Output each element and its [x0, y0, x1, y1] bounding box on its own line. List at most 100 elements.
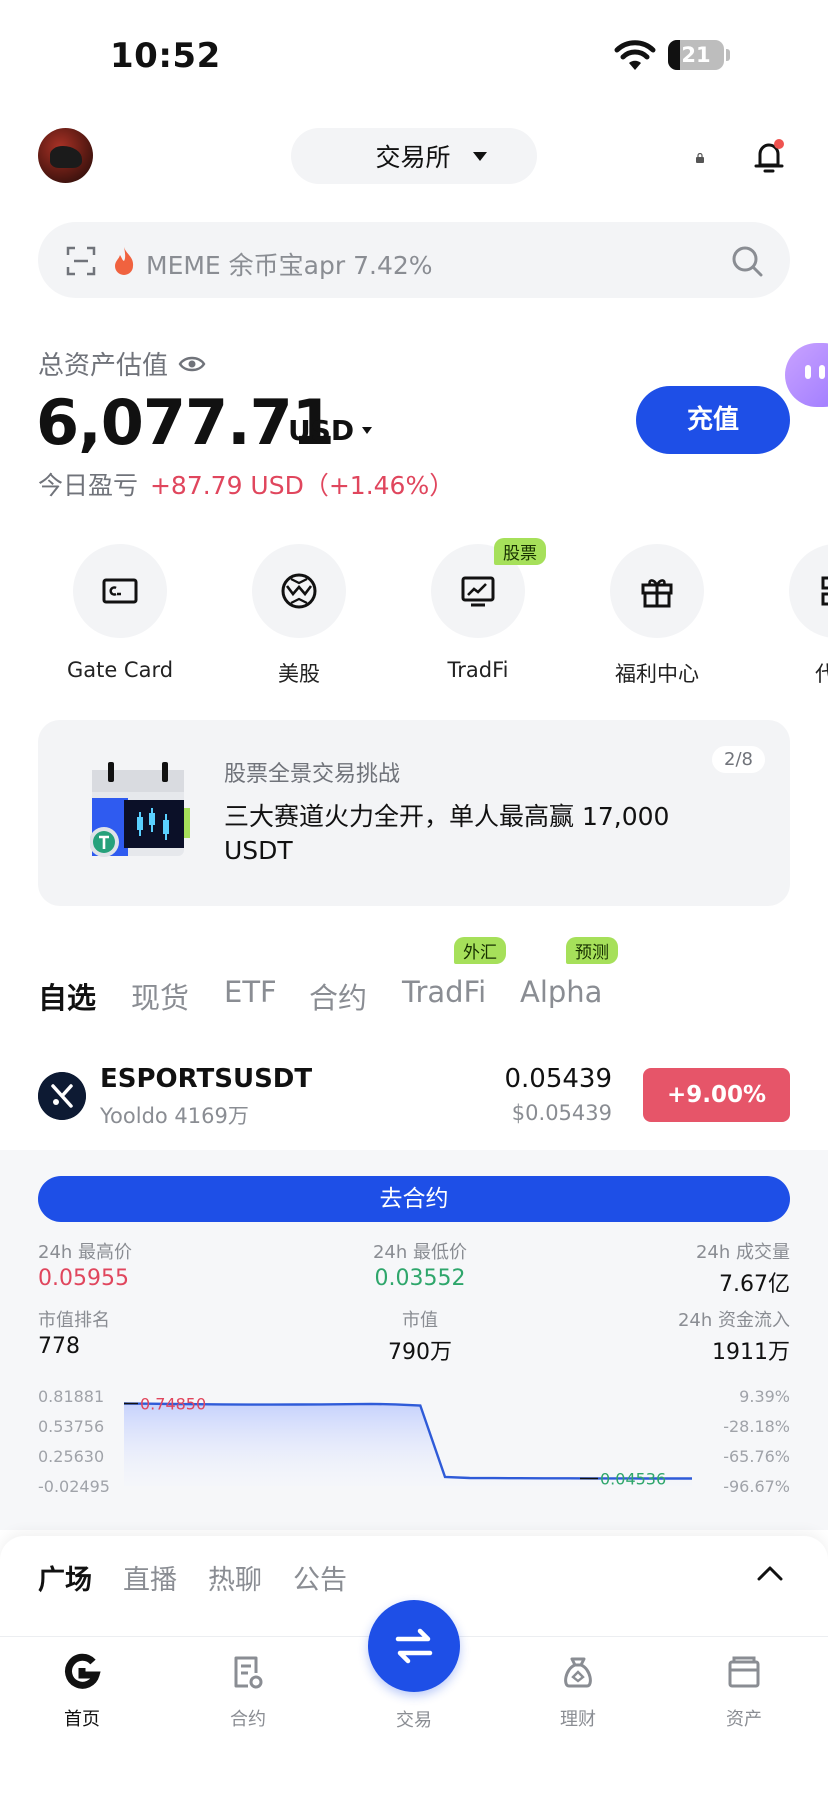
- stat-label: 24h 最高价: [38, 1242, 133, 1263]
- nav-home[interactable]: 首页: [22, 1653, 142, 1731]
- pnl-label: 今日盈亏: [38, 471, 139, 500]
- chevron-down-icon: [472, 151, 487, 161]
- nav-trade-label: 交易: [396, 1710, 432, 1731]
- chart-y-tick-right: -28.18%: [723, 1417, 790, 1436]
- chart-high-label: 0.74850: [140, 1394, 206, 1413]
- quick-entry-rewards[interactable]: 福利中心: [577, 544, 737, 688]
- wifi-icon: [614, 40, 656, 70]
- battery-indicator: 21: [668, 40, 724, 70]
- stat-label: 24h 成交量: [695, 1242, 790, 1263]
- tab-etf[interactable]: ETF: [224, 975, 277, 1009]
- tab-alpha-label: Alpha: [520, 975, 603, 1009]
- price-chart[interactable]: 0.81881 0.53756 0.25630 -0.02495 9.39% -28.18…: [0, 1386, 828, 1506]
- search-bar[interactable]: MEME 余币宝apr 7.42%: [38, 222, 790, 298]
- nav-earn[interactable]: 理财: [518, 1653, 638, 1731]
- fire-icon: [115, 247, 134, 275]
- quick-entry-label: 美股: [278, 662, 320, 686]
- go-contract-button[interactable]: 去合约: [38, 1176, 790, 1222]
- quick-entry-tokens[interactable]: 代币: [756, 544, 828, 688]
- coin-symbol[interactable]: ESPORTSUSDT: [100, 1064, 312, 1094]
- currency-selector[interactable]: USD: [288, 414, 373, 447]
- banner-title: 三大赛道火力全开，单人最高赢 17,000 USDT: [224, 802, 670, 865]
- tab-badge: 预测: [566, 937, 618, 964]
- coin-detail-panel: 去合约 24h 最高价 0.05955 24h 最低价 0.03552 24h …: [0, 1150, 828, 1530]
- deposit-button[interactable]: 充值: [636, 386, 790, 454]
- feed-tab-square[interactable]: 广场: [38, 1558, 92, 1597]
- chart-y-tick-right: -96.67%: [723, 1477, 790, 1496]
- stat-value: 0.05955: [38, 1266, 129, 1291]
- change-badge[interactable]: +9.00%: [643, 1068, 790, 1122]
- chart-y-tick-left: -0.02495: [38, 1477, 110, 1496]
- quick-entry-label: TradFi: [447, 658, 509, 682]
- quick-entry-us-stocks[interactable]: 美股: [219, 544, 379, 688]
- stat-24h-volume: 24h 成交量 7.67亿: [696, 1238, 790, 1298]
- promo-banner[interactable]: 股票全景交易挑战 三大赛道火力全开，单人最高赢 17,000 USDT 2/8: [38, 720, 790, 906]
- grid-icon: [821, 576, 828, 606]
- nav-label: 理财: [560, 1709, 596, 1730]
- chart-low-label: 0.04536: [600, 1470, 666, 1489]
- quick-entry-label: Gate Card: [66, 658, 174, 682]
- chevron-up-icon[interactable]: [756, 1564, 784, 1582]
- bell-icon[interactable]: [752, 138, 786, 176]
- contract-doc-icon: [234, 1656, 263, 1689]
- chart-y-tick-right: 9.39%: [739, 1387, 790, 1406]
- stat-value: 0.03552: [374, 1266, 466, 1291]
- coin-logo-icon: [38, 1072, 86, 1120]
- coin-price: 0.05439: [504, 1064, 612, 1094]
- wallet-icon: [728, 1656, 760, 1688]
- stat-value: 1911万: [712, 1340, 790, 1365]
- nav-label: 首页: [64, 1709, 100, 1730]
- stat-market-cap-rank: 市值排名 778: [38, 1306, 110, 1359]
- quick-entry-badge: 股票: [494, 538, 546, 565]
- tab-favorites[interactable]: 自选: [38, 975, 96, 1017]
- assistant-bubble-icon[interactable]: [785, 343, 828, 407]
- trade-button[interactable]: [368, 1600, 460, 1692]
- stat-24h-low: 24h 最低价 0.03552: [320, 1238, 520, 1291]
- nav-label: 合约: [230, 1709, 266, 1730]
- tab-contracts[interactable]: 合约: [309, 975, 367, 1017]
- chart-y-tick-left: 0.53756: [38, 1417, 104, 1436]
- banner-subtitle: 股票全景交易挑战: [224, 762, 401, 787]
- stat-24h-inflow: 24h 资金流入 1911万: [678, 1306, 790, 1366]
- tab-tradfi-label: TradFi: [402, 975, 487, 1009]
- calendar-chart-illustration: [90, 762, 190, 857]
- nav-assets[interactable]: 资产: [684, 1653, 804, 1731]
- coin-price-usd: $0.05439: [511, 1101, 612, 1125]
- exchange-label: 交易所: [375, 143, 451, 172]
- quick-entry-label: 福利中心: [615, 662, 699, 686]
- stat-value: 778: [38, 1334, 80, 1359]
- nav-contracts[interactable]: 合约: [188, 1653, 308, 1731]
- scan-icon[interactable]: [66, 246, 96, 276]
- stat-label: 市值: [402, 1310, 438, 1331]
- chart-board-icon: [461, 576, 495, 607]
- chart-y-tick-left: 0.81881: [38, 1387, 104, 1406]
- stat-24h-high: 24h 最高价 0.05955: [38, 1238, 132, 1291]
- gift-icon: [641, 579, 673, 608]
- quick-entry-tradfi[interactable]: 股票 TradFi: [398, 538, 558, 682]
- stat-label: 24h 资金流入: [677, 1310, 790, 1331]
- banner-pagination: 2/8: [712, 746, 765, 773]
- coin-subtitle: Yooldo 4169万: [100, 1104, 249, 1128]
- feed-tab-live[interactable]: 直播: [123, 1558, 177, 1597]
- globe-icon: [281, 573, 317, 609]
- feed-tab-hot-chat[interactable]: 热聊: [208, 1558, 262, 1597]
- total-assets-text: 总资产估值: [38, 351, 169, 381]
- lock-icon[interactable]: [695, 153, 705, 163]
- stat-value: 790万: [388, 1340, 452, 1365]
- chart-y-tick-left: 0.25630: [38, 1447, 104, 1466]
- quick-entry-gate-card[interactable]: Gate Card: [40, 544, 200, 682]
- feed-tab-announcements[interactable]: 公告: [293, 1558, 347, 1597]
- tab-spot[interactable]: 现货: [131, 975, 189, 1017]
- swap-arrows-icon: [395, 1628, 433, 1664]
- eye-icon[interactable]: [178, 354, 206, 374]
- search-icon[interactable]: [730, 244, 764, 278]
- exchange-switch[interactable]: 交易所: [291, 128, 537, 184]
- tab-alpha[interactable]: Alpha 预测: [520, 937, 618, 1009]
- tab-tradfi[interactable]: TradFi 外汇: [402, 937, 506, 1009]
- nav-label: 资产: [726, 1709, 762, 1730]
- avatar[interactable]: [38, 128, 93, 183]
- search-placeholder: MEME 余币宝apr 7.42%: [146, 251, 433, 280]
- card-icon: [102, 578, 138, 604]
- stat-value: 7.67亿: [719, 1272, 790, 1297]
- chevron-down-icon: [362, 427, 373, 434]
